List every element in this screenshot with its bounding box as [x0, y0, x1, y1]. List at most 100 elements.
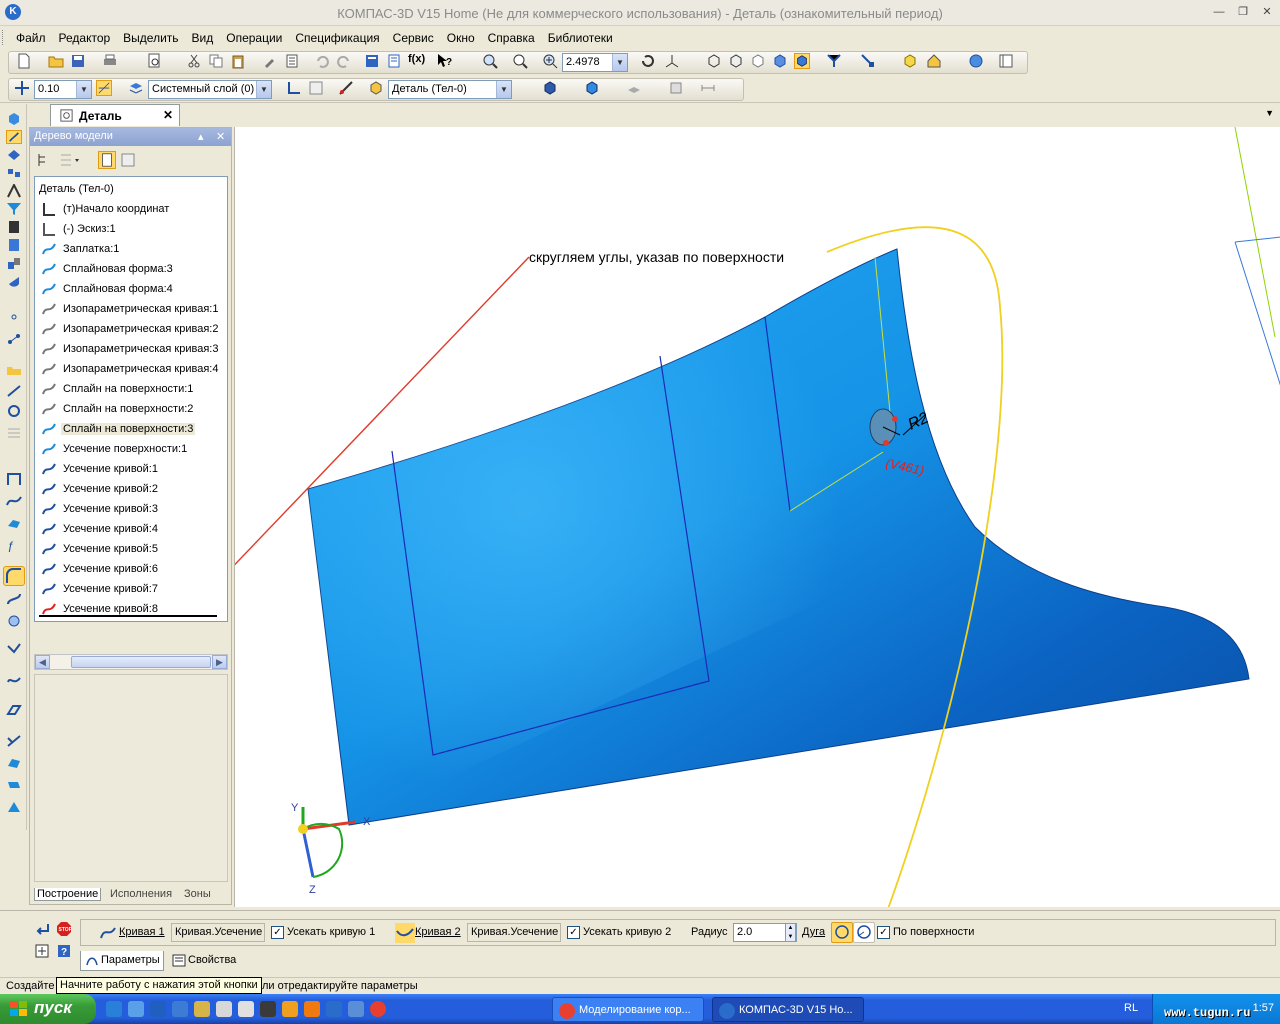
thin-lines-icon[interactable] — [750, 53, 766, 69]
chevron-down-icon[interactable]: ▼ — [496, 81, 511, 98]
plane-icon[interactable] — [6, 704, 22, 718]
section-icon[interactable] — [668, 80, 684, 96]
curve1-icon[interactable] — [99, 924, 117, 942]
points-icon[interactable] — [6, 332, 22, 346]
zoom-scale-combo[interactable]: 2.4978 ▼ — [562, 53, 628, 72]
menu-service[interactable]: Сервис — [393, 31, 434, 45]
patch-icon[interactable] — [6, 756, 22, 770]
quicklaunch-icon[interactable] — [348, 1001, 364, 1017]
arc-option1-button[interactable] — [831, 922, 853, 943]
tab-zones[interactable]: Зоны — [184, 888, 211, 900]
tree-horizontal-scrollbar[interactable]: ◀ ▶ — [34, 654, 228, 670]
function-curve-icon[interactable]: ƒ — [6, 538, 22, 552]
extrude-surface-icon[interactable] — [6, 778, 22, 792]
edit-part-icon[interactable] — [6, 112, 22, 126]
quicklaunch-icon[interactable] — [194, 1001, 210, 1017]
house-icon[interactable] — [926, 53, 942, 69]
curve2-field[interactable]: Кривая.Усечение — [467, 923, 561, 942]
fillet-handle[interactable] — [883, 440, 889, 446]
zoom-window-icon[interactable] — [482, 53, 498, 69]
viewport-canvas[interactable]: R2 (V461) X Y Z — [235, 127, 1280, 907]
tree-preview-icon[interactable] — [120, 152, 136, 168]
tree-view-icon[interactable] — [308, 80, 324, 96]
create-object-icon[interactable] — [34, 921, 50, 937]
tree-root[interactable]: Деталь (Тел-0) — [39, 183, 114, 195]
kompas-icon[interactable] — [326, 1001, 342, 1017]
tab-properties[interactable]: Свойства — [168, 951, 240, 971]
surface-curve-icon[interactable] — [6, 516, 22, 530]
model-tree[interactable]: Деталь (Тел-0) (т)Начало координат (-) Эс… — [34, 176, 228, 622]
quicklaunch-icon[interactable] — [216, 1001, 232, 1017]
cut-icon[interactable] — [186, 53, 202, 69]
filter-icon[interactable] — [826, 53, 842, 69]
scroll-left-icon[interactable]: ◀ — [35, 655, 50, 669]
break-curve-icon[interactable] — [6, 674, 22, 688]
undo-icon[interactable] — [314, 53, 330, 69]
new-file-icon[interactable] — [16, 53, 32, 69]
close-icon[interactable]: ✕ — [1260, 5, 1274, 19]
auto-create-icon[interactable] — [34, 943, 50, 959]
polyline-icon[interactable] — [6, 472, 22, 486]
select-filter-icon[interactable] — [860, 53, 876, 69]
box-yellow-icon[interactable] — [902, 53, 918, 69]
quicklaunch-icon[interactable] — [282, 1001, 298, 1017]
surfaces-mode-icon[interactable] — [6, 130, 22, 144]
help-cursor-icon[interactable]: ? — [436, 53, 452, 69]
filter-funnel-icon[interactable] — [6, 202, 22, 216]
local-cs-icon[interactable] — [286, 80, 302, 96]
rotate-icon[interactable] — [640, 53, 656, 69]
pin-icon[interactable]: ▴ — [198, 130, 204, 143]
zoom-in-icon[interactable] — [542, 53, 558, 69]
dimension-icon[interactable] — [700, 80, 716, 96]
report-icon[interactable] — [6, 238, 22, 252]
helix-icon[interactable] — [6, 426, 22, 440]
task-kompas[interactable]: КОМПАС-3D V15 Ho... — [712, 997, 864, 1022]
curve2-icon[interactable] — [395, 923, 415, 943]
model-viewport[interactable]: R2 (V461) X Y Z скругляем углы, указав п… — [234, 127, 1280, 907]
close-tab-icon[interactable]: ✕ — [163, 108, 173, 122]
quicklaunch-icon[interactable] — [260, 1001, 276, 1017]
cursor-snap-icon[interactable] — [14, 80, 30, 96]
format-brush-icon[interactable] — [262, 53, 278, 69]
menu-specification[interactable]: Спецификация — [295, 31, 379, 45]
clock[interactable]: 1:57 — [1253, 1002, 1274, 1014]
menu-help[interactable]: Справка — [488, 31, 535, 45]
document-list-icon[interactable] — [386, 53, 402, 69]
skype-icon[interactable] — [128, 1001, 144, 1017]
minimize-icon[interactable]: — — [1212, 5, 1226, 19]
color-icon[interactable] — [584, 80, 600, 96]
solid-ops-icon[interactable] — [6, 148, 22, 162]
curve2-label[interactable]: Кривая 2 — [415, 926, 461, 938]
tree-view-mode-icon[interactable] — [98, 151, 116, 169]
ortho-icon[interactable] — [96, 80, 112, 96]
trim-curve1-checkbox[interactable]: ✓ — [271, 926, 284, 939]
body-icon[interactable] — [368, 80, 384, 96]
close-panel-icon[interactable]: ✕ — [216, 130, 225, 143]
layer-icon[interactable] — [128, 80, 144, 96]
projection-icon[interactable] — [6, 614, 22, 628]
tab-list-chevron-icon[interactable]: ▼ — [1265, 108, 1274, 118]
sketch-icon[interactable] — [6, 184, 22, 198]
preview-icon[interactable] — [146, 53, 162, 69]
start-button[interactable]: пуск — [0, 994, 96, 1024]
language-indicator[interactable]: RL — [1124, 1002, 1138, 1014]
menu-libraries[interactable]: Библиотеки — [548, 31, 613, 45]
task-browser[interactable]: Моделирование кор... — [552, 997, 704, 1022]
stop-icon[interactable]: STOP — [56, 921, 72, 937]
layer-combo[interactable]: Системный слой (0) ▼ — [148, 80, 272, 99]
manager-icon[interactable] — [364, 53, 380, 69]
body-combo[interactable]: Деталь (Тел-0) ▼ — [388, 80, 512, 99]
fx-icon[interactable]: f(x) — [408, 53, 425, 69]
quicklaunch-icon[interactable] — [172, 1001, 188, 1017]
by-surface-checkbox[interactable]: ✓ — [877, 926, 890, 939]
trim-curve2-checkbox[interactable]: ✓ — [567, 926, 580, 939]
paste-icon[interactable] — [230, 53, 246, 69]
curve1-label[interactable]: Кривая 1 — [119, 926, 165, 938]
curve1-field[interactable]: Кривая.Усечение — [171, 923, 265, 942]
tree-structure-icon[interactable] — [36, 152, 52, 168]
spline-icon[interactable] — [6, 494, 22, 508]
tab-executions[interactable]: Исполнения — [110, 888, 172, 900]
menu-editor[interactable]: Редактор — [59, 31, 111, 45]
menu-window[interactable]: Окно — [447, 31, 475, 45]
quicklaunch-icon[interactable] — [150, 1001, 166, 1017]
